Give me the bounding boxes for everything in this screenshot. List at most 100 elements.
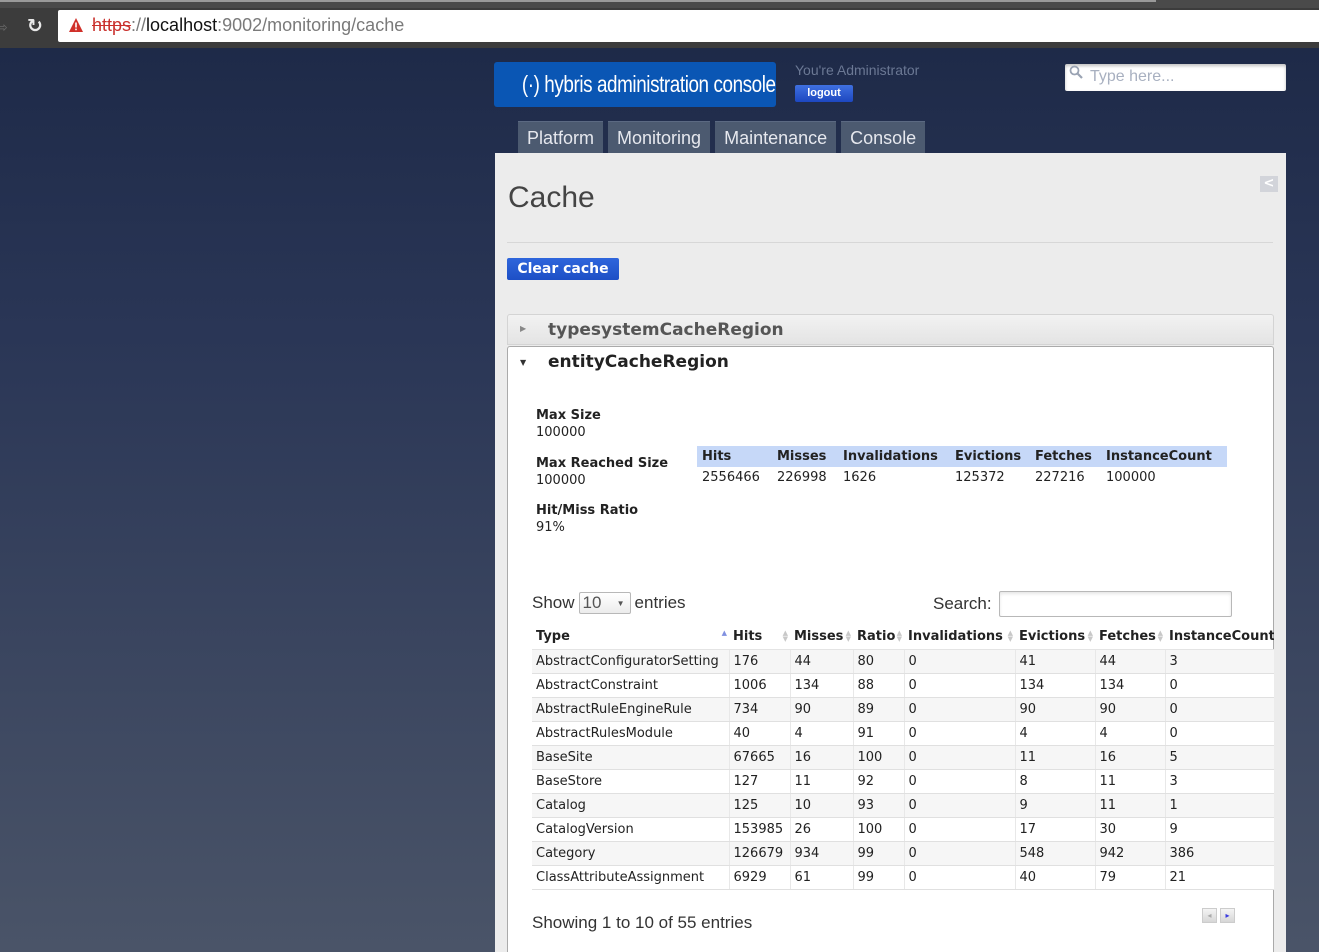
table-cell-evictions: 90: [1015, 697, 1096, 722]
url-host: localhost: [146, 15, 218, 35]
table-cell-evictions: 9: [1015, 793, 1096, 818]
table-cell-instancecount: 21: [1165, 865, 1274, 890]
table-info: Showing 1 to 10 of 55 entries: [532, 913, 753, 932]
table-cell-invalidations: 0: [904, 673, 1016, 698]
table-search-input[interactable]: [998, 591, 1232, 617]
table-cell-invalidations: 0: [904, 697, 1016, 722]
page-length-select[interactable]: 10 ▼: [578, 592, 631, 614]
region-title: typesystemCacheRegion: [548, 320, 784, 340]
sort-both-icon: ▲ ▼: [1157, 629, 1163, 643]
table-cell-ratio: 99: [853, 841, 905, 866]
url-separator: ://: [131, 15, 147, 35]
table-cell-type: ClassAttributeAssignment: [532, 865, 730, 890]
table-cell-fetches: 11: [1095, 769, 1166, 794]
accordion-entity-cache-region: ▼ entityCacheRegion Max Size 100000 Max …: [507, 346, 1274, 952]
table-cell-invalidations: 0: [904, 649, 1016, 674]
table-cell-ratio: 92: [853, 769, 905, 794]
table-cell-ratio: 80: [853, 649, 905, 674]
url-text: https://localhost:9002/monitoring/cache: [92, 15, 404, 36]
table-cell-hits: 67665: [729, 745, 791, 770]
logo-text: (·) hybris administration console: [521, 71, 776, 97]
column-header-invalidations[interactable]: Invalidations ▲ ▼: [904, 625, 1015, 650]
table-cell-fetches: 44: [1095, 649, 1166, 674]
table-row: Catalog 125 10 93 0 9 11 1: [532, 793, 1274, 818]
table-cell-invalidations: 0: [904, 841, 1016, 866]
column-label: Evictions: [1019, 629, 1086, 645]
user-label: You're Administrator: [795, 62, 920, 78]
forward-icon[interactable]: ⇨: [0, 20, 8, 36]
table-cell-invalidations: 0: [904, 793, 1016, 818]
table-cell-type: AbstractRuleEngineRule: [532, 697, 730, 722]
table-cell-invalidations: 0: [904, 865, 1016, 890]
entries-label: entries: [634, 593, 686, 612]
summary-header: InstanceCount: [1101, 446, 1227, 467]
content-panel: < Cache Clear cache ▶ typesystemCacheReg…: [495, 153, 1286, 952]
previous-page-button[interactable]: ◂: [1202, 908, 1217, 923]
address-bar[interactable]: https://localhost:9002/monitoring/cache: [58, 10, 1319, 42]
table-cell-hits: 176: [729, 649, 791, 674]
summary-value: 227216: [1035, 470, 1085, 485]
table-cell-evictions: 40: [1015, 865, 1096, 890]
table-row: AbstractConstraint 1006 134 88 0 134 134 0: [532, 673, 1274, 698]
page-length-control: Show 10 ▼ entries: [532, 592, 686, 614]
column-header-misses[interactable]: Misses ▲ ▼: [790, 625, 853, 650]
region-summary-table: Hits Misses Invalidations Evictions Fetc…: [697, 446, 1227, 488]
table-cell-type: BaseSite: [532, 745, 730, 770]
nav-tab-platform[interactable]: Platform: [518, 121, 604, 153]
column-label: Fetches: [1099, 629, 1156, 645]
region-title[interactable]: entityCacheRegion: [548, 352, 729, 372]
sort-both-icon: ▲ ▼: [782, 629, 788, 643]
table-cell-ratio: 93: [853, 793, 905, 818]
column-header-instancecount[interactable]: InstanceCount: [1165, 625, 1274, 650]
search-icon: [1069, 65, 1083, 79]
column-header-hits[interactable]: Hits ▲ ▼: [729, 625, 790, 650]
summary-value: 1626: [843, 470, 877, 485]
table-cell-ratio: 91: [853, 721, 905, 746]
caret-down-icon[interactable]: ▼: [520, 358, 526, 367]
column-header-fetches[interactable]: Fetches ▲ ▼: [1095, 625, 1165, 650]
page-title: Cache: [508, 181, 595, 214]
nav-tab-maintenance[interactable]: Maintenance: [715, 121, 837, 153]
logout-button[interactable]: logout: [795, 85, 853, 102]
reload-icon[interactable]: ↻: [24, 15, 46, 37]
hit-miss-ratio-value: 91%: [536, 520, 565, 535]
table-cell-evictions: 4: [1015, 721, 1096, 746]
table-cell-hits: 153985: [729, 817, 791, 842]
table-cell-instancecount: 0: [1165, 697, 1274, 722]
table-row: AbstractRulesModule 40 4 91 0 4 4 0: [532, 721, 1274, 746]
table-cell-invalidations: 0: [904, 721, 1016, 746]
hybris-logo[interactable]: (·) hybris administration console: [494, 62, 776, 107]
max-reached-stat: Max Reached Size 100000: [536, 456, 668, 488]
table-cell-misses: 934: [790, 841, 854, 866]
dropdown-arrow-icon: ▼: [616, 599, 625, 608]
table-cell-evictions: 8: [1015, 769, 1096, 794]
sort-both-icon: ▲ ▼: [1087, 629, 1093, 643]
table-cell-type: AbstractRulesModule: [532, 721, 730, 746]
max-reached-value: 100000: [536, 473, 586, 488]
show-label: Show: [532, 593, 575, 612]
nav-tab-monitoring[interactable]: Monitoring: [608, 121, 711, 153]
table-row: BaseSite 67665 16 100 0 11 16 5: [532, 745, 1274, 770]
table-cell-instancecount: 3: [1165, 649, 1274, 674]
summary-value: 125372: [955, 470, 1005, 485]
table-cell-hits: 1006: [729, 673, 791, 698]
table-cell-misses: 44: [790, 649, 854, 674]
column-header-ratio[interactable]: Ratio ▲ ▼: [853, 625, 904, 650]
table-row: AbstractConfiguratorSetting 176 44 80 0 41 44 3: [532, 649, 1274, 674]
table-cell-instancecount: 3: [1165, 769, 1274, 794]
sort-both-icon: ▲ ▼: [896, 629, 902, 643]
column-header-type[interactable]: Type ▲: [532, 625, 729, 650]
column-header-evictions[interactable]: Evictions ▲ ▼: [1015, 625, 1095, 650]
clear-cache-button[interactable]: Clear cache: [507, 258, 619, 280]
table-cell-misses: 26: [790, 817, 854, 842]
accordion-typesystem-cache-region[interactable]: ▶ typesystemCacheRegion: [507, 314, 1274, 345]
hit-miss-ratio-label: Hit/Miss Ratio: [536, 503, 639, 518]
nav-tab-console[interactable]: Console: [841, 121, 926, 153]
table-cell-ratio: 100: [853, 745, 905, 770]
browser-tab-strip: [0, 0, 1319, 8]
global-search-input[interactable]: [1090, 67, 1280, 87]
next-page-button[interactable]: ▸: [1220, 908, 1235, 923]
table-cell-evictions: 17: [1015, 817, 1096, 842]
collapse-sidebar-button[interactable]: <: [1260, 176, 1278, 192]
table-cell-fetches: 134: [1095, 673, 1166, 698]
